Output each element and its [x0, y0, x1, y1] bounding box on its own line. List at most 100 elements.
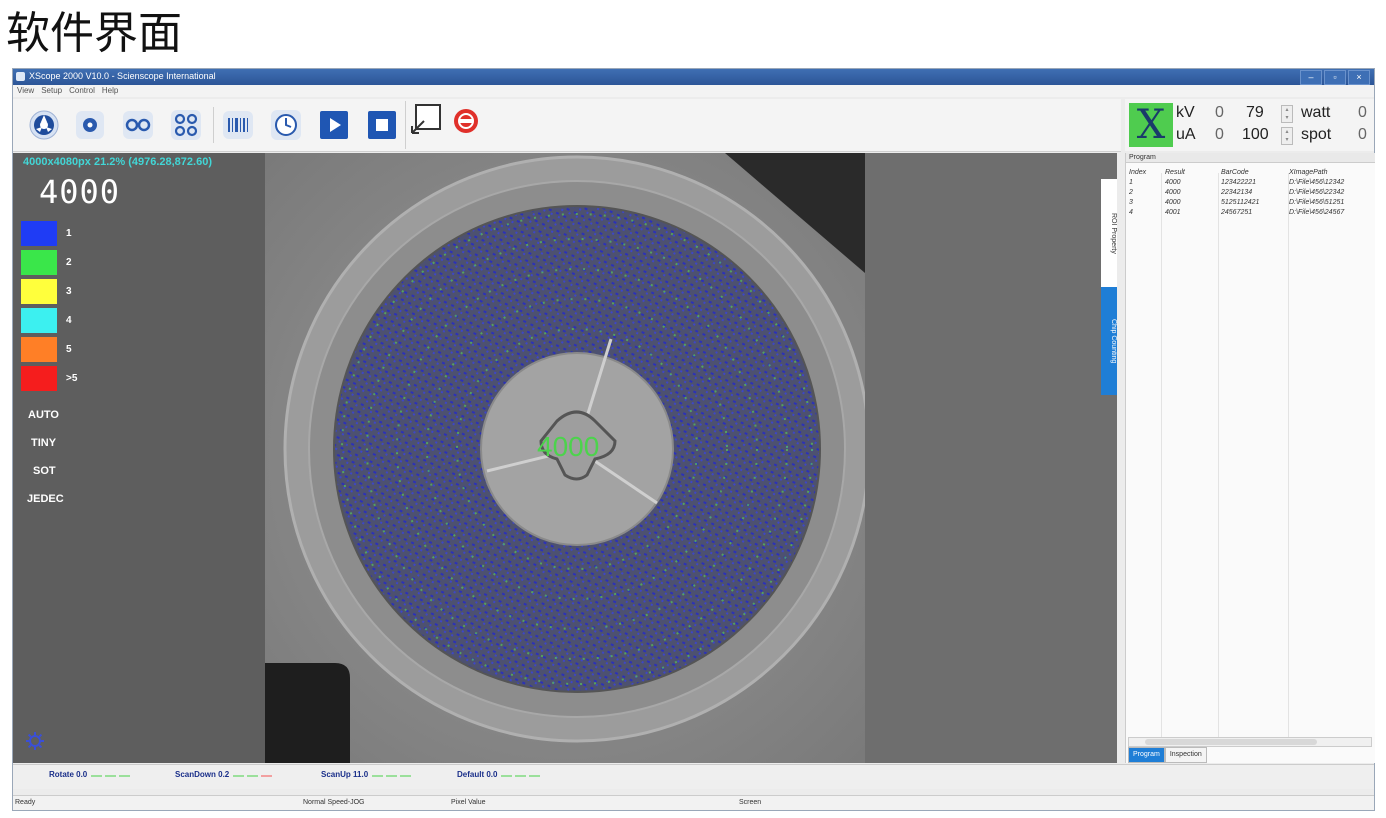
single-reel-button[interactable] [73, 108, 107, 142]
program-header: Program [1126, 153, 1375, 163]
jog-default[interactable]: Default 0.0 [457, 770, 543, 779]
legend-swatch-blue [21, 221, 57, 246]
xray-image-view[interactable]: 4000 [265, 153, 865, 763]
program-table: Index Result BarCode XImagePath 1 4000 123… [1126, 167, 1375, 217]
center-count: 4000 [537, 431, 600, 462]
tab-program[interactable]: Program [1128, 747, 1165, 763]
page-heading: 软件界面 [6, 8, 182, 59]
reel-mode-button[interactable] [27, 108, 61, 142]
jog-rotate[interactable]: Rotate 0.0 [49, 770, 133, 779]
app-window: XScope 2000 V10.0 - Scienscope Internati… [12, 68, 1375, 811]
reel-mode-icon [29, 110, 59, 140]
legend-item: 5 [21, 335, 77, 364]
legend-item: 4 [21, 306, 77, 335]
count-display: 4000 [39, 173, 121, 211]
table-row[interactable]: 4 4001 24567251 D:\File\456\24567 [1126, 207, 1375, 217]
ua-setpoint[interactable]: 100 [1242, 126, 1269, 144]
jog-scanup[interactable]: ScanUp 11.0 [321, 770, 414, 779]
clock-icon [271, 110, 301, 140]
grid-line [1288, 173, 1289, 737]
close-button[interactable]: × [1348, 70, 1370, 85]
stop-icon [368, 111, 396, 139]
status-screen: Screen [739, 799, 762, 806]
table-row[interactable]: 1 4000 123422221 D:\File\456\12342 [1126, 177, 1375, 187]
resize-button[interactable] [409, 102, 443, 136]
legend-swatch-orange [21, 337, 57, 362]
menu-view[interactable]: View [17, 85, 34, 97]
status-pixel: Pixel Value [451, 799, 486, 806]
title-bar: XScope 2000 V10.0 - Scienscope Internati… [13, 69, 1374, 85]
col-ximagepath[interactable]: XImagePath [1286, 167, 1375, 177]
table-row[interactable]: 2 4000 22342134 D:\File\456\22342 [1126, 187, 1375, 197]
kv-spinner[interactable]: ▴ ▾ [1281, 105, 1293, 123]
ua-label: uA [1176, 126, 1196, 143]
mode-auto-button[interactable]: AUTO [28, 409, 59, 421]
watt-readout: 0 [1358, 104, 1367, 121]
menu-control[interactable]: Control [69, 85, 95, 97]
play-button[interactable] [317, 108, 351, 142]
power-off-button[interactable] [449, 104, 483, 138]
tab-chip-counting[interactable]: Chip Counting [1101, 287, 1117, 395]
col-index[interactable]: Index [1126, 167, 1162, 177]
status-speed: Normal Speed-JOG [303, 799, 365, 806]
mode-tiny-button[interactable]: TINY [31, 437, 56, 449]
image-info: 4000x4080px 21.2% (4976.28,872.60) [23, 156, 212, 168]
left-panel: 4000x4080px 21.2% (4976.28,872.60) 4000 … [13, 153, 265, 763]
gear-icon[interactable] [25, 731, 45, 751]
mode-sot-button[interactable]: SOT [33, 465, 56, 477]
resize-icon [411, 104, 441, 134]
barcode-icon [223, 111, 253, 139]
maximize-button[interactable]: ▫ [1324, 70, 1346, 85]
legend-swatch-green [21, 250, 57, 275]
app-icon [16, 72, 25, 81]
ua-spinner[interactable]: ▴ ▾ [1281, 127, 1293, 145]
image-margin [865, 153, 1117, 763]
col-result[interactable]: Result [1162, 167, 1218, 177]
jog-bar: Rotate 0.0 ScanDown 0.2 ScanUp 11.0 Defa… [13, 764, 1374, 789]
play-icon [320, 111, 348, 139]
menu-help[interactable]: Help [102, 85, 118, 97]
kv-setpoint[interactable]: 79 [1246, 104, 1264, 122]
quad-reel-icon [171, 110, 201, 140]
dual-reel-icon [123, 111, 153, 139]
minimize-button[interactable]: – [1300, 70, 1322, 85]
jog-indicator [372, 770, 414, 779]
tab-inspection[interactable]: Inspection [1164, 747, 1207, 763]
spot-label: spot [1301, 126, 1332, 143]
tab-roi-property[interactable]: ROI Property [1101, 179, 1117, 287]
mode-jedec-button[interactable]: JEDEC [27, 493, 64, 505]
menu-setup[interactable]: Setup [41, 85, 62, 97]
xray-controls: X kV 0 79 ▴ ▾ watt 0 uA 0 100 ▴ ▾ spot 0 [1125, 99, 1374, 151]
legend-item: 3 [21, 277, 77, 306]
clock-button[interactable] [269, 108, 303, 142]
program-tabs: Program Inspection [1128, 747, 1207, 763]
legend-item: 2 [21, 248, 77, 277]
table-row[interactable]: 3 4000 5125112421 D:\File\456\51251 [1126, 197, 1375, 207]
jog-indicator [233, 770, 275, 779]
status-bar: Ready Normal Speed-JOG Pixel Value Scree… [13, 795, 1374, 810]
power-off-icon [454, 109, 478, 133]
quad-reel-button[interactable] [169, 108, 203, 142]
table-header-row: Index Result BarCode XImagePath [1126, 167, 1375, 177]
grid-line [1161, 173, 1162, 737]
col-barcode[interactable]: BarCode [1218, 167, 1286, 177]
jog-scandown[interactable]: ScanDown 0.2 [175, 770, 275, 779]
barcode-button[interactable] [221, 108, 255, 142]
horizontal-scrollbar[interactable] [1128, 737, 1372, 747]
legend-swatch-red [21, 366, 57, 391]
scroll-thumb[interactable] [1145, 739, 1317, 745]
stop-button[interactable] [365, 108, 399, 142]
watt-label: watt [1301, 104, 1331, 121]
jog-indicator [501, 770, 543, 779]
legend-item: >5 [21, 364, 77, 393]
kv-readout: 0 [1215, 104, 1224, 121]
spot-readout: 0 [1358, 126, 1367, 143]
grid-line [1218, 173, 1219, 737]
toolbar-divider [213, 107, 214, 143]
single-reel-icon [76, 111, 104, 139]
dual-reel-button[interactable] [121, 108, 155, 142]
color-legend: 1 2 3 4 5 >5 [21, 219, 77, 393]
status-state: Ready [15, 799, 36, 806]
side-tabs: ROI Property Chip Counting [1101, 179, 1117, 395]
jog-indicator [91, 770, 133, 779]
